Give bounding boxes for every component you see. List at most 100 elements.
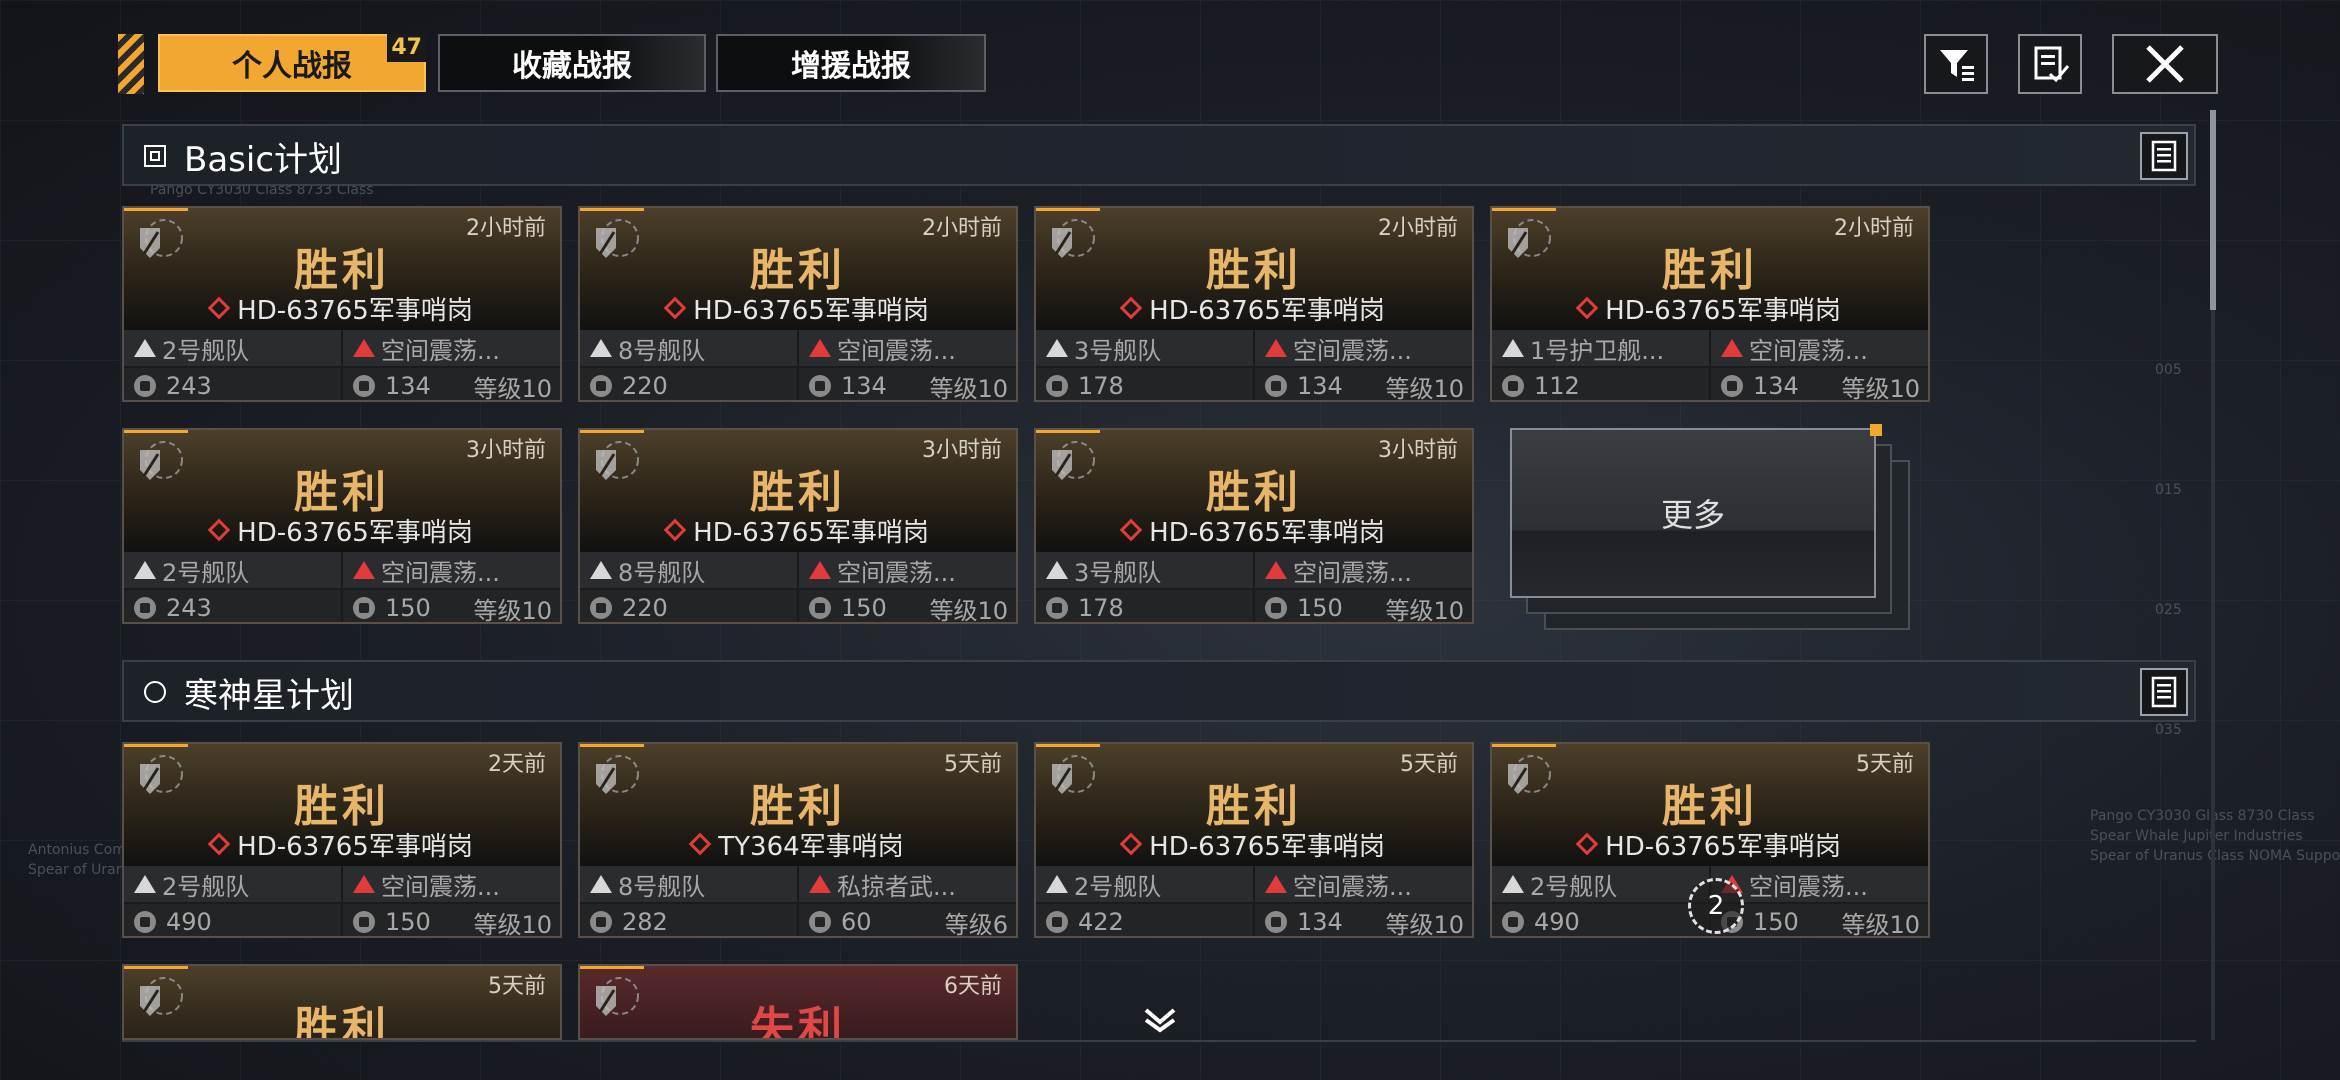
section-header-basic[interactable]: Basic计划 (122, 124, 2196, 186)
section-report-button[interactable] (2140, 668, 2188, 716)
fleet-power: 243 (166, 594, 212, 622)
enemy-cell: 空间震荡... (799, 552, 1016, 588)
battle-result: 胜利 (294, 781, 390, 832)
enemy-power: 150 (1297, 594, 1343, 622)
power-icon (1502, 911, 1524, 933)
fleet-power: 422 (1078, 908, 1124, 936)
fleet-triangle-icon (590, 339, 612, 357)
power-icon (809, 375, 831, 397)
fleet-triangle-icon (134, 875, 156, 893)
close-button[interactable] (2112, 34, 2218, 94)
enemy-power: 150 (385, 908, 431, 936)
marker-number: 2 (1707, 891, 1725, 921)
fleet-power: 490 (166, 908, 212, 936)
battle-result: 胜利 (1662, 781, 1758, 832)
fleet-power: 178 (1078, 372, 1124, 400)
enemy-triangle-icon (809, 339, 831, 357)
right-tick-1: 005 (2155, 362, 2182, 378)
power-icon (1265, 597, 1287, 619)
power-cell: 243 (124, 368, 341, 400)
enemy-power: 134 (385, 372, 431, 400)
power-icon (1721, 375, 1743, 397)
target-diamond-icon (1119, 518, 1143, 542)
fleet-triangle-icon (1502, 875, 1524, 893)
fleet-cell: 8号舰队 (580, 866, 797, 902)
power-icon (353, 911, 375, 933)
target-diamond-icon (207, 296, 231, 320)
battle-report-card[interactable]: 3小时前 胜利 HD-63765军事哨岗 8号舰队 空间震荡... 220 150 等级10 (578, 428, 1018, 624)
battle-target: HD-63765军事哨岗 (580, 512, 1016, 549)
power-cell: 282 (580, 904, 797, 936)
battle-report-card[interactable]: 2小时前 胜利 HD-63765军事哨岗 3号舰队 空间震荡... 178 134 等级10 (1034, 206, 1474, 402)
enemy-power-cell: 134 等级10 (1711, 368, 1928, 402)
battle-report-card[interactable]: 5天前 胜利 HD-63765军事哨岗 2号舰队 空间震荡... 490 150 等级10 2 (1490, 742, 1930, 938)
target-name: HD-63765军事哨岗 (1605, 296, 1841, 326)
fleet-cell: 3号舰队 (1036, 330, 1253, 366)
battle-result: 胜利 (1206, 245, 1302, 296)
card-accent (1036, 208, 1100, 211)
fleet-name: 1号护卫舰... (1530, 336, 1665, 365)
battle-report-card[interactable]: 2小时前 胜利 HD-63765军事哨岗 8号舰队 空间震荡... 220 134 等级10 (578, 206, 1018, 402)
target-name: TY364军事哨岗 (718, 832, 904, 862)
card-fleet-row: 1号护卫舰... 空间震荡... (1492, 330, 1928, 366)
enemy-level: 等级10 (473, 910, 552, 938)
tab-reinforce-report[interactable]: 增援战报 (716, 34, 986, 92)
fleet-triangle-icon (590, 875, 612, 893)
battle-report-card[interactable]: 3小时前 胜利 HD-63765军事哨岗 2号舰队 空间震荡... 243 150 等级10 (122, 428, 562, 624)
marker-badge[interactable]: 2 (1688, 878, 1744, 934)
enemy-cell: 空间震荡... (1255, 552, 1472, 588)
target-name: HD-63765军事哨岗 (237, 296, 473, 326)
power-icon (353, 375, 375, 397)
tab-badge-count: 47 (387, 34, 426, 62)
document-icon (2151, 140, 2177, 172)
enemy-cell: 空间震荡... (1255, 866, 1472, 902)
enemy-power-cell: 134 等级10 (343, 368, 560, 400)
tab-favorite-report[interactable]: 收藏战报 (438, 34, 706, 92)
fleet-triangle-icon (134, 561, 156, 579)
enemy-power-cell: 150 等级10 (343, 904, 560, 938)
section-report-button[interactable] (2140, 132, 2188, 180)
scroll-thumb[interactable] (2210, 110, 2216, 310)
battle-report-card[interactable]: 5天前 胜利 TY364军事哨岗 8号舰队 私掠者武... 282 60 等级6 (578, 742, 1018, 938)
battle-target: HD-63765军事哨岗 (1036, 290, 1472, 327)
fleet-name: 2号舰队 (1074, 872, 1162, 901)
filter-button[interactable] (1924, 34, 1988, 94)
card-stats-row: 490 150 等级10 (124, 904, 560, 938)
card-stats-row: 220 150 等级10 (580, 590, 1016, 622)
hazard-stripe (118, 34, 144, 94)
right-tick-4: 035 (2155, 722, 2182, 738)
battle-result: 胜利 (294, 245, 390, 296)
enemy-triangle-icon (1265, 339, 1287, 357)
fleet-name: 8号舰队 (618, 558, 706, 587)
fleet-cell: 2号舰队 (124, 866, 341, 902)
battle-report-card[interactable]: 5天前 胜利 HD-63765军事哨岗 2号舰队 空间震荡... 422 134 等级10 (1034, 742, 1474, 938)
enemy-name: 空间震荡... (1749, 336, 1868, 365)
enemy-power: 60 (841, 908, 872, 936)
battle-target: HD-63765军事哨岗 (1492, 826, 1928, 863)
enemy-name: 空间震荡... (1293, 558, 1412, 587)
battle-report-card[interactable]: 2小时前 胜利 HD-63765军事哨岗 1号护卫舰... 空间震荡... 112 134 等… (1490, 206, 1930, 402)
battle-report-card[interactable]: 3小时前 胜利 HD-63765军事哨岗 3号舰队 空间震荡... 178 150 等级10 (1034, 428, 1474, 624)
enemy-level: 等级6 (944, 910, 1008, 938)
battle-report-card[interactable]: 6天前 失利 (578, 964, 1018, 1040)
battle-result: 胜利 (1206, 781, 1302, 832)
power-cell: 490 (124, 904, 341, 936)
fleet-triangle-icon (1046, 339, 1068, 357)
report-list-button[interactable] (2018, 34, 2082, 94)
target-diamond-icon (1119, 832, 1143, 856)
section-header-hanshen[interactable]: 寒神星计划 (122, 660, 2196, 722)
scroll-down-chevron-icon[interactable] (1142, 1006, 1178, 1034)
battle-report-card[interactable]: 5天前 胜利 (122, 964, 562, 1040)
card-accent (124, 430, 188, 433)
target-name: HD-63765军事哨岗 (1149, 832, 1385, 862)
power-icon (1265, 375, 1287, 397)
fleet-name: 2号舰队 (162, 336, 250, 365)
top-bar: 个人战报 47 收藏战报 增援战报 (118, 30, 2218, 98)
enemy-level: 等级10 (1841, 374, 1920, 402)
tab-label: 个人战报 (232, 49, 352, 84)
enemy-triangle-icon (1265, 875, 1287, 893)
tab-personal-report[interactable]: 个人战报 47 (158, 34, 426, 92)
card-fleet-row: 2号舰队 空间震荡... (1036, 866, 1472, 902)
battle-report-card[interactable]: 2天前 胜利 HD-63765军事哨岗 2号舰队 空间震荡... 490 150 等级10 (122, 742, 562, 938)
battle-report-card[interactable]: 2小时前 胜利 HD-63765军事哨岗 2号舰队 空间震荡... 243 134 等级10 (122, 206, 562, 402)
